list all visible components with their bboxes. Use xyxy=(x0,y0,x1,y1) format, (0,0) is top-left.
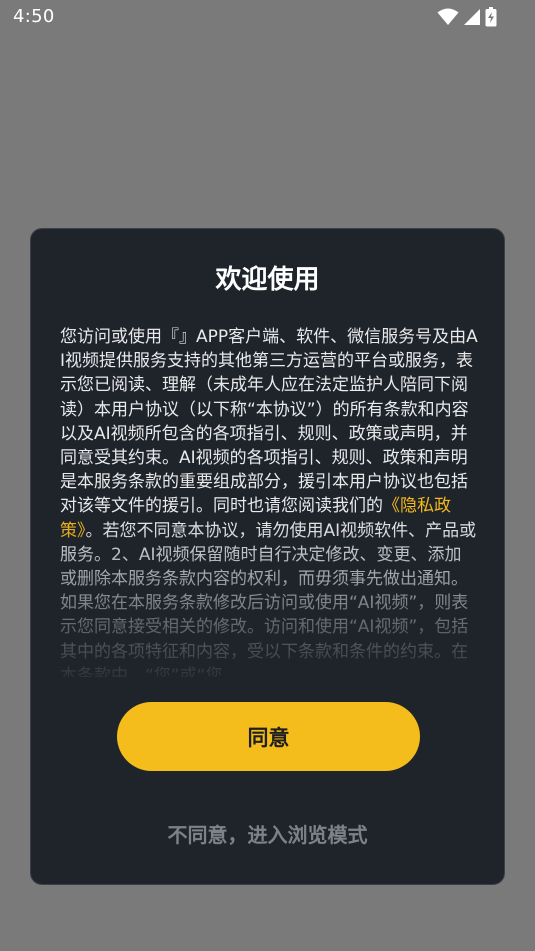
user-agreement-text[interactable]: 您访问或使用『』APP客户端、软件、微信服务号及由AI视频提供服务支持的其他第三… xyxy=(60,325,478,677)
welcome-dialog: 欢迎使用 您访问或使用『』APP客户端、软件、微信服务号及由AI视频提供服务支持… xyxy=(30,228,505,885)
battery-charging-icon xyxy=(485,7,497,27)
dialog-title: 欢迎使用 xyxy=(215,265,320,295)
disagree-browse-mode-button[interactable]: 不同意，进入浏览模式 xyxy=(31,819,504,848)
status-icons xyxy=(437,6,497,28)
cellular-signal-icon xyxy=(464,9,480,25)
wifi-icon xyxy=(437,8,459,25)
agreement-text-part1: 您访问或使用『』APP客户端、软件、微信服务号及由AI视频提供服务支持的其他第三… xyxy=(60,327,478,517)
status-bar: 4:50 xyxy=(0,0,535,36)
agree-button[interactable]: 同意 xyxy=(117,702,420,771)
agreement-text-part2: 。若您不同意本协议，请勿使用AI视频软件、产品或服务。2、AI视频保留随时自行决… xyxy=(60,520,477,677)
status-time: 4:50 xyxy=(13,6,55,27)
